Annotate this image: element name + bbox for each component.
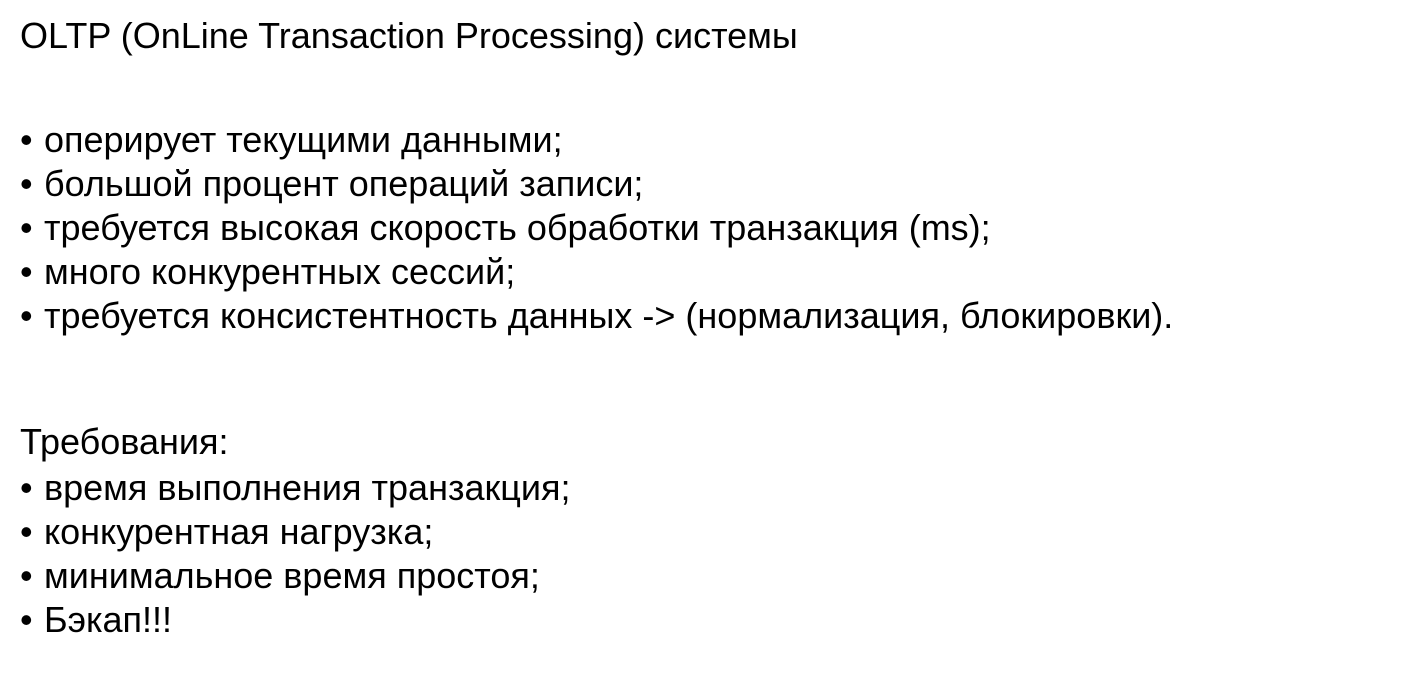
requirement-text: Бэкап!!! [44,599,173,640]
characteristic-text: требуется высокая скорость обработки тра… [44,207,991,248]
bullet-icon: • [20,295,33,336]
bullet-icon: • [20,555,33,596]
requirement-text: конкурентная нагрузка; [44,511,434,552]
characteristic-item: • много конкурентных сессий; [20,250,515,294]
bullet-icon: • [20,511,33,552]
slide: OLTP (OnLine Transaction Processing) сис… [0,0,1424,698]
requirement-item: • минимальное время простоя; [20,554,540,598]
requirement-text: минимальное время простоя; [44,555,540,596]
bullet-icon: • [20,251,33,292]
requirement-item: • время выполнения транзакция; [20,466,570,510]
bullet-icon: • [20,119,33,160]
requirement-text: время выполнения транзакция; [44,467,571,508]
characteristic-text: требуется консистентность данных -> (нор… [44,295,1174,336]
bullet-icon: • [20,599,33,640]
characteristic-text: большой процент операций записи; [44,163,644,204]
bullet-icon: • [20,163,33,204]
requirement-item: • конкурентная нагрузка; [20,510,433,554]
slide-title: OLTP (OnLine Transaction Processing) сис… [20,15,798,56]
requirements-heading: Требования: [20,421,229,462]
characteristic-item: • оперирует текущими данными; [20,118,563,162]
characteristic-item: • большой процент операций записи; [20,162,643,206]
characteristic-text: много конкурентных сессий; [44,251,516,292]
requirement-item: • Бэкап!!! [20,598,172,642]
characteristic-item: • требуется консистентность данных -> (н… [20,294,1173,338]
bullet-icon: • [20,207,33,248]
bullet-icon: • [20,467,33,508]
characteristic-text: оперирует текущими данными; [44,119,563,160]
characteristic-item: • требуется высокая скорость обработки т… [20,206,991,250]
